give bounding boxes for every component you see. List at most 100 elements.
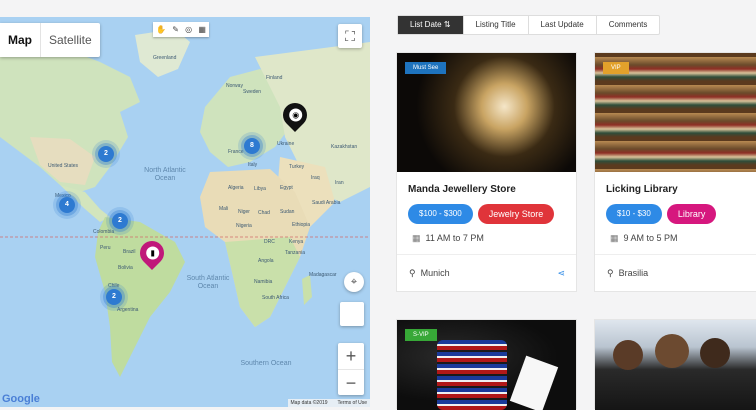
listing-badge: Must See	[405, 62, 447, 74]
listing-photo[interactable]: Must See	[397, 53, 576, 172]
graduate-image	[655, 334, 689, 368]
map-type-map-button[interactable]: Map	[0, 23, 41, 57]
listing-badge: VIP	[603, 62, 629, 74]
google-logo: Google	[2, 393, 40, 405]
map-label: Brazil	[123, 249, 136, 255]
location-pin-icon: ⚲	[409, 267, 416, 278]
listing-photo[interactable]: VIP	[595, 53, 756, 172]
tab-last-update[interactable]: Last Update	[529, 16, 597, 34]
map-label: Saudi Arabia	[312, 200, 341, 206]
crosshair-icon: ⌖	[350, 275, 358, 288]
map-label: Egypt	[280, 185, 293, 191]
map-label: Colombia	[93, 229, 115, 235]
map-label: Kenya	[289, 239, 304, 245]
map-cluster-marker[interactable]: 2	[106, 289, 122, 305]
map-label: Bolivia	[118, 265, 133, 271]
calendar-icon: ▦	[610, 233, 619, 243]
zoom-control: + −	[338, 343, 364, 395]
poker-chips-image	[437, 340, 507, 410]
ocean-label: South Atlantic Ocean	[186, 275, 230, 290]
listing-photo[interactable]: S-VIP	[397, 320, 576, 410]
listing-photo[interactable]	[595, 320, 756, 410]
listing-location: Munich	[420, 267, 450, 278]
tab-listing-title[interactable]: Listing Title	[464, 16, 529, 34]
graduate-image	[613, 340, 643, 370]
street-view-button[interactable]	[340, 302, 364, 326]
map-label: United States	[48, 163, 79, 169]
map-label: Niger	[238, 209, 250, 215]
listing-card[interactable]: VIP Licking Library $10 - $30 Library ▦ 9…	[594, 52, 756, 292]
sort-tabs: List Date ⇅ Listing Title Last Update Co…	[397, 15, 661, 35]
map-label: Ukraine	[277, 141, 295, 147]
opening-hours: 11 AM to 7 PM	[425, 233, 484, 243]
listing-card[interactable]: Must See Manda Jewellery Store $100 - $3…	[396, 52, 577, 292]
terms-link[interactable]: Terms of Use	[338, 400, 367, 406]
map-label: Madagascar	[309, 272, 337, 278]
my-location-button[interactable]: ⌖	[344, 272, 364, 292]
hand-icon[interactable]: ✋	[156, 25, 166, 34]
location-pin-icon: ⚲	[607, 267, 614, 278]
map-label: Mali	[219, 206, 229, 212]
map-label: Chad	[258, 210, 270, 216]
map-label: Algeria	[228, 185, 244, 191]
tab-list-date[interactable]: List Date ⇅	[398, 16, 464, 34]
map-label: Tanzania	[285, 250, 306, 256]
rectangle-icon[interactable]: ▦	[198, 25, 206, 34]
ocean-label: Southern Ocean	[240, 360, 292, 367]
map-type-control: Map Satellite	[0, 23, 100, 57]
map-cluster-marker[interactable]: 8	[244, 138, 260, 154]
map-label: Iran	[335, 180, 344, 186]
opening-hours: 9 AM to 5 PM	[623, 233, 678, 243]
share-icon[interactable]: ⋖	[557, 268, 565, 279]
map-draw-toolbar: ✋ ✎ ◎ ▦	[153, 22, 209, 37]
map-cluster-marker[interactable]: 4	[59, 197, 75, 213]
map-cluster-marker[interactable]: 2	[98, 146, 114, 162]
map-type-satellite-button[interactable]: Satellite	[41, 23, 100, 57]
map-label: France	[228, 149, 244, 155]
calendar-icon: ▦	[412, 233, 421, 243]
listing-title[interactable]: Manda Jewellery Store	[408, 184, 576, 195]
category-chip[interactable]: Library	[666, 204, 717, 224]
sort-icon: ⇅	[443, 20, 451, 29]
graduate-image	[700, 338, 730, 368]
zoom-in-button[interactable]: +	[338, 343, 364, 369]
listing-badge: S-VIP	[405, 329, 437, 341]
fullscreen-icon: ⛶	[345, 27, 355, 44]
map-label: Turkey	[289, 164, 305, 170]
map-label: Sudan	[280, 209, 295, 215]
map-label: Angola	[258, 258, 274, 264]
map-view[interactable]: Greenland United States Mexico Colombia …	[0, 17, 370, 407]
world-map-land	[0, 29, 370, 377]
circle-icon[interactable]: ◎	[185, 25, 192, 34]
map-label: South Africa	[262, 295, 289, 301]
map-label: Argentina	[117, 307, 139, 313]
ocean-label: North Atlantic Ocean	[144, 167, 186, 182]
tab-comments[interactable]: Comments	[597, 16, 660, 34]
map-label: Iraq	[311, 175, 320, 181]
listing-title[interactable]: Licking Library	[606, 184, 756, 195]
camera-icon: ◉	[288, 108, 302, 122]
fullscreen-button[interactable]: ⛶	[338, 24, 362, 48]
map-label: Norway	[226, 83, 243, 89]
map-label: Nigeria	[236, 223, 252, 229]
listing-card[interactable]: S-VIP	[396, 319, 577, 410]
map-label: Kazakhstan	[331, 144, 358, 150]
listing-location: Brasilia	[618, 267, 649, 278]
map-label: DRC	[264, 239, 275, 245]
book-icon: ▮	[145, 246, 159, 260]
map-label: Greenland	[153, 55, 177, 61]
map-label: Sweden	[243, 89, 262, 95]
map-label: Libya	[254, 186, 266, 192]
price-range-chip: $10 - $30	[606, 204, 662, 224]
map-label: Italy	[248, 162, 258, 168]
draw-shape-icon[interactable]: ✎	[172, 25, 179, 34]
listing-card[interactable]	[594, 319, 756, 410]
map-cluster-marker[interactable]: 2	[112, 213, 128, 229]
playing-card-image	[509, 355, 559, 410]
map-label: Namibia	[254, 279, 273, 285]
map-label: Ethiopia	[292, 222, 311, 228]
category-chip[interactable]: Jewelry Store	[477, 204, 555, 224]
price-range-chip: $100 - $300	[408, 204, 473, 224]
zoom-out-button[interactable]: −	[338, 370, 364, 396]
map-label: Peru	[100, 245, 111, 251]
